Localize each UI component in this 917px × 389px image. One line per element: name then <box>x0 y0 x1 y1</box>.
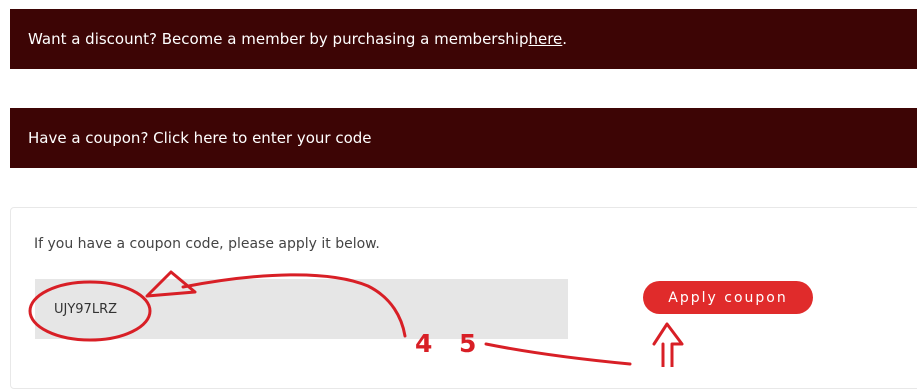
coupon-instruction: If you have a coupon code, please apply … <box>34 236 380 252</box>
annotation-step-a: 4 <box>415 329 433 358</box>
membership-notice-suffix: . <box>562 30 568 48</box>
annotation-step-b: 5 <box>459 329 477 358</box>
membership-notice-text: Want a discount? Become a member by purc… <box>28 30 529 48</box>
coupon-toggle[interactable]: Have a coupon? Click here to enter your … <box>10 108 917 168</box>
coupon-toggle-text: Have a coupon? Click here to enter your … <box>28 129 372 147</box>
membership-link[interactable]: here <box>528 30 562 48</box>
membership-notice: Want a discount? Become a member by purc… <box>10 9 917 69</box>
apply-coupon-button[interactable]: Apply coupon <box>643 281 813 314</box>
coupon-code-input[interactable] <box>35 279 568 339</box>
